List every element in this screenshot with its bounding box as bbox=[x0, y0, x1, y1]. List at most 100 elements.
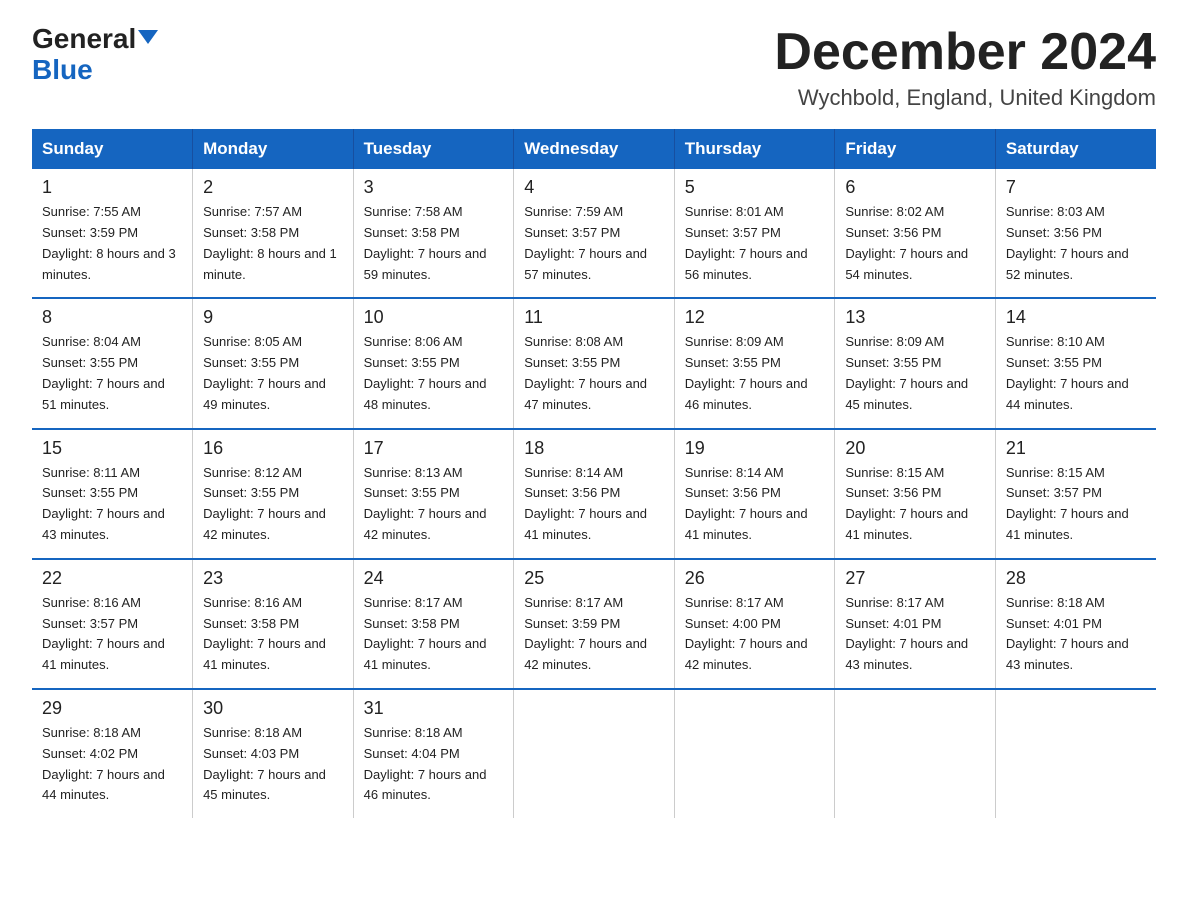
day-number: 10 bbox=[364, 307, 504, 328]
calendar-week-row: 29 Sunrise: 8:18 AM Sunset: 4:02 PM Dayl… bbox=[32, 689, 1156, 818]
day-info: Sunrise: 8:09 AM Sunset: 3:55 PM Dayligh… bbox=[685, 332, 825, 415]
table-row: 3 Sunrise: 7:58 AM Sunset: 3:58 PM Dayli… bbox=[353, 169, 514, 298]
table-row: 20 Sunrise: 8:15 AM Sunset: 3:56 PM Dayl… bbox=[835, 429, 996, 559]
calendar-week-row: 15 Sunrise: 8:11 AM Sunset: 3:55 PM Dayl… bbox=[32, 429, 1156, 559]
day-info: Sunrise: 8:15 AM Sunset: 3:56 PM Dayligh… bbox=[845, 463, 985, 546]
day-info: Sunrise: 8:13 AM Sunset: 3:55 PM Dayligh… bbox=[364, 463, 504, 546]
day-info: Sunrise: 8:09 AM Sunset: 3:55 PM Dayligh… bbox=[845, 332, 985, 415]
col-wednesday: Wednesday bbox=[514, 129, 675, 169]
day-info: Sunrise: 8:18 AM Sunset: 4:02 PM Dayligh… bbox=[42, 723, 182, 806]
day-info: Sunrise: 8:05 AM Sunset: 3:55 PM Dayligh… bbox=[203, 332, 343, 415]
day-number: 4 bbox=[524, 177, 664, 198]
day-info: Sunrise: 8:17 AM Sunset: 3:59 PM Dayligh… bbox=[524, 593, 664, 676]
col-sunday: Sunday bbox=[32, 129, 193, 169]
table-row: 23 Sunrise: 8:16 AM Sunset: 3:58 PM Dayl… bbox=[193, 559, 354, 689]
table-row: 24 Sunrise: 8:17 AM Sunset: 3:58 PM Dayl… bbox=[353, 559, 514, 689]
month-title: December 2024 bbox=[774, 24, 1156, 81]
table-row: 27 Sunrise: 8:17 AM Sunset: 4:01 PM Dayl… bbox=[835, 559, 996, 689]
day-info: Sunrise: 8:16 AM Sunset: 3:57 PM Dayligh… bbox=[42, 593, 182, 676]
day-number: 16 bbox=[203, 438, 343, 459]
calendar-week-row: 8 Sunrise: 8:04 AM Sunset: 3:55 PM Dayli… bbox=[32, 298, 1156, 428]
logo-triangle-icon bbox=[138, 30, 158, 44]
table-row: 5 Sunrise: 8:01 AM Sunset: 3:57 PM Dayli… bbox=[674, 169, 835, 298]
day-info: Sunrise: 8:17 AM Sunset: 4:00 PM Dayligh… bbox=[685, 593, 825, 676]
logo: General Blue bbox=[32, 24, 158, 86]
day-number: 17 bbox=[364, 438, 504, 459]
day-info: Sunrise: 8:15 AM Sunset: 3:57 PM Dayligh… bbox=[1006, 463, 1146, 546]
day-info: Sunrise: 7:59 AM Sunset: 3:57 PM Dayligh… bbox=[524, 202, 664, 285]
day-info: Sunrise: 8:14 AM Sunset: 3:56 PM Dayligh… bbox=[524, 463, 664, 546]
calendar-week-row: 22 Sunrise: 8:16 AM Sunset: 3:57 PM Dayl… bbox=[32, 559, 1156, 689]
table-row: 21 Sunrise: 8:15 AM Sunset: 3:57 PM Dayl… bbox=[995, 429, 1156, 559]
day-info: Sunrise: 8:04 AM Sunset: 3:55 PM Dayligh… bbox=[42, 332, 182, 415]
table-row: 12 Sunrise: 8:09 AM Sunset: 3:55 PM Dayl… bbox=[674, 298, 835, 428]
table-row: 15 Sunrise: 8:11 AM Sunset: 3:55 PM Dayl… bbox=[32, 429, 193, 559]
day-number: 19 bbox=[685, 438, 825, 459]
table-row: 17 Sunrise: 8:13 AM Sunset: 3:55 PM Dayl… bbox=[353, 429, 514, 559]
day-info: Sunrise: 8:03 AM Sunset: 3:56 PM Dayligh… bbox=[1006, 202, 1146, 285]
day-info: Sunrise: 8:18 AM Sunset: 4:01 PM Dayligh… bbox=[1006, 593, 1146, 676]
day-number: 14 bbox=[1006, 307, 1146, 328]
col-thursday: Thursday bbox=[674, 129, 835, 169]
day-number: 15 bbox=[42, 438, 182, 459]
table-row: 22 Sunrise: 8:16 AM Sunset: 3:57 PM Dayl… bbox=[32, 559, 193, 689]
day-number: 31 bbox=[364, 698, 504, 719]
table-row: 16 Sunrise: 8:12 AM Sunset: 3:55 PM Dayl… bbox=[193, 429, 354, 559]
table-row: 10 Sunrise: 8:06 AM Sunset: 3:55 PM Dayl… bbox=[353, 298, 514, 428]
col-friday: Friday bbox=[835, 129, 996, 169]
day-info: Sunrise: 7:58 AM Sunset: 3:58 PM Dayligh… bbox=[364, 202, 504, 285]
day-number: 23 bbox=[203, 568, 343, 589]
day-info: Sunrise: 8:08 AM Sunset: 3:55 PM Dayligh… bbox=[524, 332, 664, 415]
table-row: 29 Sunrise: 8:18 AM Sunset: 4:02 PM Dayl… bbox=[32, 689, 193, 818]
page-header: General Blue December 2024 Wychbold, Eng… bbox=[32, 24, 1156, 111]
day-number: 24 bbox=[364, 568, 504, 589]
day-info: Sunrise: 8:12 AM Sunset: 3:55 PM Dayligh… bbox=[203, 463, 343, 546]
table-row: 13 Sunrise: 8:09 AM Sunset: 3:55 PM Dayl… bbox=[835, 298, 996, 428]
day-number: 20 bbox=[845, 438, 985, 459]
location: Wychbold, England, United Kingdom bbox=[774, 85, 1156, 111]
table-row: 9 Sunrise: 8:05 AM Sunset: 3:55 PM Dayli… bbox=[193, 298, 354, 428]
day-info: Sunrise: 8:01 AM Sunset: 3:57 PM Dayligh… bbox=[685, 202, 825, 285]
day-number: 29 bbox=[42, 698, 182, 719]
col-tuesday: Tuesday bbox=[353, 129, 514, 169]
table-row: 4 Sunrise: 7:59 AM Sunset: 3:57 PM Dayli… bbox=[514, 169, 675, 298]
day-number: 5 bbox=[685, 177, 825, 198]
table-row: 1 Sunrise: 7:55 AM Sunset: 3:59 PM Dayli… bbox=[32, 169, 193, 298]
title-block: December 2024 Wychbold, England, United … bbox=[774, 24, 1156, 111]
table-row: 25 Sunrise: 8:17 AM Sunset: 3:59 PM Dayl… bbox=[514, 559, 675, 689]
table-row: 11 Sunrise: 8:08 AM Sunset: 3:55 PM Dayl… bbox=[514, 298, 675, 428]
logo-text-blue: Blue bbox=[32, 55, 93, 86]
day-number: 27 bbox=[845, 568, 985, 589]
day-number: 11 bbox=[524, 307, 664, 328]
day-info: Sunrise: 8:17 AM Sunset: 4:01 PM Dayligh… bbox=[845, 593, 985, 676]
table-row: 8 Sunrise: 8:04 AM Sunset: 3:55 PM Dayli… bbox=[32, 298, 193, 428]
day-number: 9 bbox=[203, 307, 343, 328]
table-row bbox=[514, 689, 675, 818]
day-number: 25 bbox=[524, 568, 664, 589]
table-row: 6 Sunrise: 8:02 AM Sunset: 3:56 PM Dayli… bbox=[835, 169, 996, 298]
day-info: Sunrise: 8:06 AM Sunset: 3:55 PM Dayligh… bbox=[364, 332, 504, 415]
table-row: 7 Sunrise: 8:03 AM Sunset: 3:56 PM Dayli… bbox=[995, 169, 1156, 298]
day-number: 8 bbox=[42, 307, 182, 328]
logo-text: General bbox=[32, 24, 158, 55]
table-row: 19 Sunrise: 8:14 AM Sunset: 3:56 PM Dayl… bbox=[674, 429, 835, 559]
day-number: 22 bbox=[42, 568, 182, 589]
table-row bbox=[835, 689, 996, 818]
calendar-table: Sunday Monday Tuesday Wednesday Thursday… bbox=[32, 129, 1156, 818]
table-row: 26 Sunrise: 8:17 AM Sunset: 4:00 PM Dayl… bbox=[674, 559, 835, 689]
calendar-week-row: 1 Sunrise: 7:55 AM Sunset: 3:59 PM Dayli… bbox=[32, 169, 1156, 298]
table-row: 14 Sunrise: 8:10 AM Sunset: 3:55 PM Dayl… bbox=[995, 298, 1156, 428]
col-monday: Monday bbox=[193, 129, 354, 169]
calendar-header-row: Sunday Monday Tuesday Wednesday Thursday… bbox=[32, 129, 1156, 169]
day-number: 6 bbox=[845, 177, 985, 198]
day-number: 18 bbox=[524, 438, 664, 459]
day-info: Sunrise: 7:57 AM Sunset: 3:58 PM Dayligh… bbox=[203, 202, 343, 285]
day-info: Sunrise: 8:16 AM Sunset: 3:58 PM Dayligh… bbox=[203, 593, 343, 676]
day-number: 2 bbox=[203, 177, 343, 198]
table-row: 28 Sunrise: 8:18 AM Sunset: 4:01 PM Dayl… bbox=[995, 559, 1156, 689]
day-number: 3 bbox=[364, 177, 504, 198]
day-info: Sunrise: 8:11 AM Sunset: 3:55 PM Dayligh… bbox=[42, 463, 182, 546]
day-info: Sunrise: 8:14 AM Sunset: 3:56 PM Dayligh… bbox=[685, 463, 825, 546]
table-row: 18 Sunrise: 8:14 AM Sunset: 3:56 PM Dayl… bbox=[514, 429, 675, 559]
day-number: 21 bbox=[1006, 438, 1146, 459]
